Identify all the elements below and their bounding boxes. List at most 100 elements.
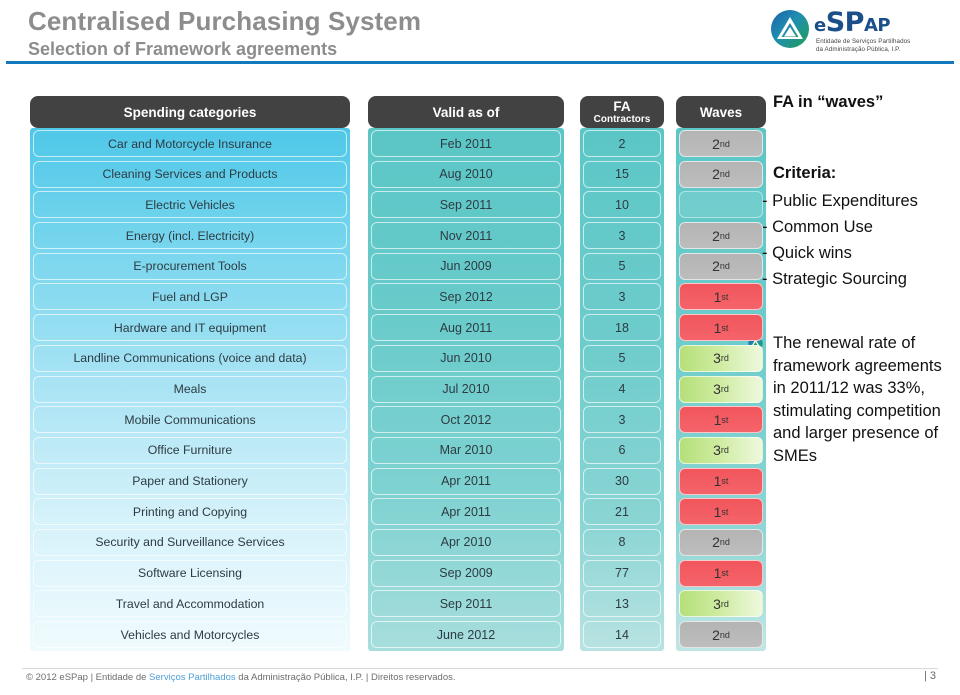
wave-ordinal-suffix: nd: [719, 629, 730, 640]
table-cell-category: Software Licensing: [33, 559, 347, 587]
table-cell-valid-as-of: Oct 2012: [371, 406, 561, 434]
table-cell-contractors: 10: [583, 191, 661, 219]
slide-header: Centralised Purchasing System Selection …: [0, 0, 960, 64]
table-cell-valid-as-of: Jun 2009: [371, 252, 561, 280]
table-cell-valid-as-of: Sep 2012: [371, 283, 561, 311]
wave-ordinal-suffix: st: [721, 291, 729, 302]
table-cell-contractors: 15: [583, 160, 661, 188]
wave-ordinal-suffix: st: [721, 322, 729, 333]
table-cell-category: Electric Vehicles: [33, 191, 347, 219]
table-cell-valid-as-of: June 2012: [371, 621, 561, 648]
table-cell-wave: 2nd: [679, 160, 763, 188]
table-cell-category: Fuel and LGP: [33, 283, 347, 311]
column-header-label: FA: [613, 99, 631, 114]
header-divider: [6, 61, 954, 64]
table-cell-contractors: 5: [583, 344, 661, 372]
table-cell-contractors: 14: [583, 621, 661, 648]
table-cell-wave: 2nd: [679, 222, 763, 250]
wave-number: 2: [712, 166, 720, 183]
footer-link[interactable]: Serviços Partilhados: [149, 672, 236, 683]
panel-text-renewal: The renewal rate of framework agreements…: [773, 334, 942, 465]
wave-number: 1: [713, 411, 722, 428]
panel-block-renewal: The renewal rate of framework agreements…: [748, 332, 956, 467]
right-panel: FA in “waves” Criteria: - Public Expendi…: [748, 92, 956, 467]
wave-ordinal-suffix: rd: [720, 598, 729, 609]
footer-page-number: | 3: [923, 670, 936, 682]
table-cell-valid-as-of: Apr 2011: [371, 467, 561, 495]
table-cell-wave: 2nd: [679, 528, 763, 556]
criteria-item: - Quick wins: [762, 244, 852, 262]
table-cell-contractors: 3: [583, 222, 661, 250]
table-cell-category: Meals: [33, 375, 347, 403]
wave-number: 1: [713, 288, 722, 305]
wave-ordinal-suffix: nd: [719, 138, 730, 149]
column-fa-contractors: FA Contractors 2 15 10 3 5 3 18 5 4 3 6 30 21 8 77 13 14: [580, 96, 664, 651]
table-cell-valid-as-of: Apr 2011: [371, 498, 561, 526]
table-cell-category: Cleaning Services and Products: [33, 160, 347, 188]
table-cell-wave: 1st: [679, 406, 763, 434]
column-header-label: Spending categories: [123, 104, 257, 120]
wave-ordinal-suffix: rd: [720, 384, 729, 394]
table-cell-contractors: 3: [583, 283, 661, 311]
table-cell-category: Mobile Communications: [33, 406, 347, 434]
table-cell-wave: 3rd: [679, 344, 763, 372]
framework-agreements-table: Spending categories Car and Motorcycle I…: [30, 96, 766, 662]
table-cell-wave: 1st: [679, 314, 763, 342]
logo-wordmark: eSPAP: [814, 8, 891, 41]
table-cell-wave: 2nd: [679, 252, 763, 280]
table-cell-wave: 3rd: [679, 590, 763, 618]
column-header-spending-categories: Spending categories: [30, 96, 350, 128]
wave-ordinal-suffix: st: [721, 476, 729, 487]
footer-prefix: © 2012 eSPap | Entidade de: [26, 672, 150, 683]
panel-heading-criteria: Criteria:: [773, 164, 837, 182]
table-cell-valid-as-of: Jun 2010: [371, 344, 561, 372]
table-cell-contractors: 6: [583, 436, 661, 464]
table-cell-category: Paper and Stationery: [33, 467, 347, 495]
table-cell-wave: 2nd: [679, 130, 763, 157]
wave-number: 1: [713, 565, 722, 582]
espap-logo: eSPAP Entidade de Serviços Partilhados d…: [770, 5, 945, 57]
table-cell-wave: 3rd: [679, 436, 763, 464]
table-cell-contractors: 5: [583, 252, 661, 280]
cells-spending-categories: Car and Motorcycle Insurance Cleaning Ser…: [30, 128, 350, 651]
wave-number: 2: [712, 626, 720, 643]
column-header-valid-as-of: Valid as of: [368, 96, 564, 128]
table-cell-valid-as-of: Aug 2010: [371, 160, 561, 188]
wave-number: 1: [713, 319, 722, 336]
table-cell-wave: 1st: [679, 283, 763, 311]
cells-waves: 2nd 2nd 2nd 2nd 1st 1st 3rd 3rd 1st 3rd 1st 1st 2nd 1…: [676, 128, 766, 651]
criteria-item: - Public Expenditures: [762, 192, 918, 210]
wave-number: 3: [713, 350, 721, 367]
table-cell-valid-as-of: Sep 2009: [371, 559, 561, 587]
table-cell-wave: 1st: [679, 559, 763, 587]
footer-copyright: © 2012 eSPap | Entidade de Serviços Part…: [26, 672, 456, 684]
wave-ordinal-suffix: nd: [719, 169, 730, 180]
table-cell-contractors: 13: [583, 590, 661, 618]
logo-tagline-line1: Entidade de Serviços Partilhados: [816, 38, 911, 45]
logo-tagline: Entidade de Serviços Partilhados da Admi…: [816, 38, 946, 54]
column-header-sublabel: Contractors: [593, 114, 651, 125]
column-header-waves: Waves: [676, 96, 766, 128]
slide-root: Centralised Purchasing System Selection …: [0, 0, 960, 695]
table-cell-contractors: 4: [583, 375, 661, 403]
wave-ordinal-suffix: nd: [719, 261, 730, 272]
cells-valid-as-of: Feb 2011 Aug 2010 Sep 2011 Nov 2011 Jun 2009…: [368, 128, 564, 651]
wave-ordinal-suffix: nd: [719, 230, 730, 241]
wave-ordinal-suffix: nd: [719, 537, 730, 548]
logo-word-e: e: [814, 15, 826, 36]
wave-ordinal-suffix: st: [721, 414, 729, 425]
wave-number: 3: [713, 381, 721, 397]
column-spending-categories: Spending categories Car and Motorcycle I…: [30, 96, 350, 651]
criteria-item: - Strategic Sourcing: [762, 270, 907, 288]
table-cell-valid-as-of: Sep 2011: [371, 590, 561, 618]
table-cell-category: Energy (incl. Electricity): [33, 222, 347, 250]
wave-ordinal-suffix: st: [721, 568, 729, 579]
panel-block-fa-waves: FA in “waves”: [748, 92, 956, 113]
wave-ordinal-suffix: rd: [720, 353, 729, 364]
table-cell-category: Hardware and IT equipment: [33, 314, 347, 342]
column-header-fa-contractors: FA Contractors: [580, 96, 664, 128]
table-cell-valid-as-of: Aug 2011: [371, 314, 561, 342]
table-cell-valid-as-of: Apr 2010: [371, 528, 561, 556]
wave-number: 2: [712, 227, 720, 244]
title-block: Centralised Purchasing System Selection …: [28, 6, 421, 61]
